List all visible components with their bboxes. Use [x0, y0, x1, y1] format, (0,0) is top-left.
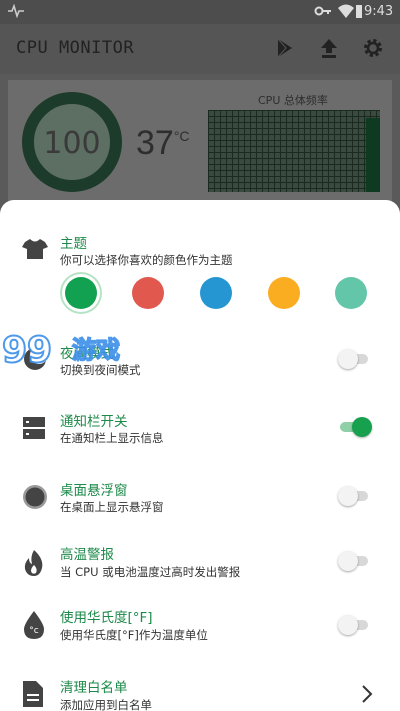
document-icon: [23, 681, 43, 707]
status-bar: 9:43: [0, 0, 400, 24]
notification-title: 通知栏开关: [60, 414, 128, 430]
fahrenheit-subtitle: 使用华氏度[°F]作为温度单位: [60, 628, 208, 642]
svg-text:°c: °c: [29, 626, 39, 636]
play-store-icon[interactable]: [274, 37, 296, 59]
vpn-key-icon: [314, 6, 331, 16]
activity-icon: [8, 4, 24, 18]
cpu-usage-value: 100: [43, 126, 101, 161]
temperature-value: 37: [136, 124, 174, 162]
setting-fahrenheit[interactable]: °c 使用华氏度[°F] 使用华氏度[°F]作为温度单位: [0, 606, 400, 646]
svg-text:99: 99: [2, 330, 52, 371]
setting-whitelist[interactable]: 清理白名单 添加应用到白名单: [0, 676, 400, 711]
setting-floating-window[interactable]: 桌面悬浮窗 在桌面上显示悬浮窗: [0, 479, 400, 519]
flame-icon: [24, 550, 43, 576]
freq-chart: [208, 110, 380, 192]
upload-icon[interactable]: [318, 37, 340, 59]
setting-notification[interactable]: 通知栏开关 在通知栏上显示信息: [0, 410, 400, 450]
floating-window-subtitle: 在桌面上显示悬浮窗: [60, 500, 164, 514]
whitelist-title: 清理白名单: [60, 680, 128, 696]
temperature-unit: °C: [173, 128, 190, 144]
fahrenheit-title: 使用华氏度[°F]: [60, 610, 153, 626]
theme-color-green[interactable]: [65, 277, 97, 309]
floating-window-title: 桌面悬浮窗: [60, 483, 128, 499]
notification-subtitle: 在通知栏上显示信息: [60, 431, 164, 445]
shirt-icon: [22, 239, 48, 259]
theme-color-blue[interactable]: [200, 277, 232, 309]
floating-window-icon: [23, 485, 47, 509]
theme-color-teal[interactable]: [335, 277, 367, 309]
wifi-icon: [338, 4, 354, 18]
app-bar: CPU MONITOR: [0, 24, 400, 74]
temperature-drop-icon: °c: [24, 611, 44, 639]
battery-icon: [356, 5, 362, 18]
watermark-text: 游戏: [72, 336, 120, 364]
freq-bar: [366, 118, 380, 192]
app-title: CPU MONITOR: [16, 38, 135, 58]
theme-title: 主题: [60, 236, 87, 252]
notification-toggle[interactable]: [338, 416, 374, 438]
freq-chart-title: CPU 总体频率: [258, 94, 328, 107]
notification-bar-icon: [23, 417, 45, 439]
fahrenheit-toggle[interactable]: [338, 614, 374, 636]
floating-window-toggle[interactable]: [338, 485, 374, 507]
night-mode-toggle[interactable]: [338, 348, 374, 370]
clock: 9:43: [364, 4, 394, 19]
theme-color-yellow[interactable]: [268, 277, 300, 309]
high-temp-alarm-subtitle: 当 CPU 或电池温度过高时发出警报: [60, 565, 241, 579]
high-temp-alarm-title: 高温警报: [60, 547, 114, 563]
settings-icon[interactable]: [362, 37, 384, 59]
high-temp-alarm-toggle[interactable]: [338, 550, 374, 572]
cpu-dashboard: 100 37°C CPU 总体频率: [8, 80, 392, 210]
theme-color-red[interactable]: [132, 277, 164, 309]
chevron-right-icon[interactable]: [360, 684, 374, 704]
setting-high-temp-alarm[interactable]: 高温警报 当 CPU 或电池温度过高时发出警报: [0, 543, 400, 583]
theme-subtitle: 你可以选择你喜欢的颜色作为主题: [60, 253, 233, 267]
watermark-logo: 99 游戏: [1, 329, 121, 372]
cpu-temperature: 37°C: [136, 124, 190, 163]
whitelist-subtitle: 添加应用到白名单: [60, 698, 152, 711]
